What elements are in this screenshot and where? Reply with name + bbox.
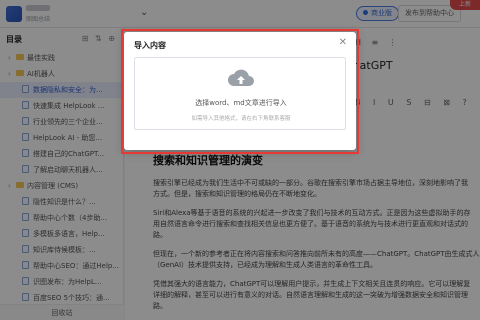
highlight-frame	[121, 29, 359, 154]
